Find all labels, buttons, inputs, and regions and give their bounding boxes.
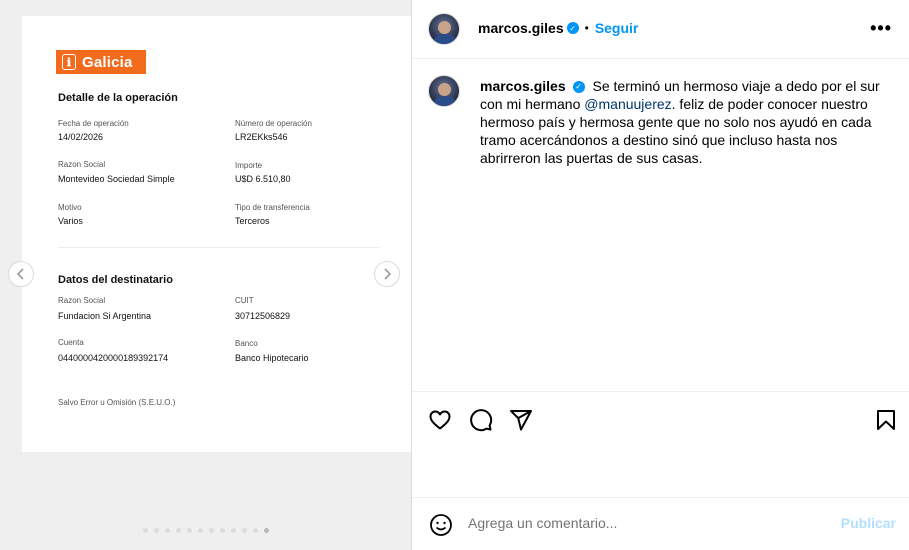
comment-bar: Agrega un comentario... Publicar bbox=[412, 497, 909, 550]
field-label: Fecha de operación bbox=[58, 119, 129, 128]
field-label: Importe bbox=[235, 161, 263, 170]
divider bbox=[58, 247, 380, 248]
carousel-dot bbox=[231, 528, 236, 533]
like-button[interactable] bbox=[428, 408, 452, 432]
chevron-right-icon bbox=[384, 268, 392, 280]
field-label: CUIT bbox=[235, 296, 254, 305]
more-options-button[interactable]: ••• bbox=[870, 18, 892, 39]
bookmark-icon bbox=[877, 410, 895, 430]
avatar[interactable] bbox=[428, 13, 460, 45]
field-value: Banco Hipotecario bbox=[235, 353, 309, 363]
transfer-receipt-image: ℹ Galicia Detalle de la operación Fecha … bbox=[22, 16, 411, 452]
comment-input[interactable]: Agrega un comentario... bbox=[468, 515, 617, 531]
galicia-logo: ℹ Galicia bbox=[56, 50, 146, 74]
field-label: Número de operación bbox=[235, 119, 312, 128]
share-button[interactable] bbox=[509, 408, 533, 432]
field-value: Varios bbox=[58, 216, 83, 226]
carousel-dot bbox=[165, 528, 170, 533]
carousel-dot bbox=[176, 528, 181, 533]
post-panel: marcos.giles ✓ • Seguir ••• marcos.giles… bbox=[411, 0, 909, 550]
carousel-dot bbox=[198, 528, 203, 533]
carousel-dot bbox=[220, 528, 225, 533]
galicia-logo-mark: ℹ bbox=[62, 54, 76, 70]
field-label: Banco bbox=[235, 339, 258, 348]
publish-button[interactable]: Publicar bbox=[841, 515, 896, 531]
carousel-dot bbox=[264, 528, 269, 533]
share-icon bbox=[510, 410, 532, 431]
carousel-dot bbox=[209, 528, 214, 533]
field-label: Razon Social bbox=[58, 160, 106, 169]
galicia-logo-text: Galicia bbox=[82, 53, 133, 71]
field-value: U$D 6.510,80 bbox=[235, 174, 291, 184]
follow-button[interactable]: Seguir bbox=[595, 20, 639, 36]
carousel-dots bbox=[143, 528, 269, 533]
field-value: 14/02/2026 bbox=[58, 132, 104, 142]
verified-badge-icon: ✓ bbox=[566, 22, 579, 34]
carousel-prev-button[interactable] bbox=[8, 261, 34, 287]
field-label: Razon Social bbox=[58, 296, 106, 305]
save-button[interactable] bbox=[874, 408, 898, 432]
post-media: ℹ Galicia Detalle de la operación Fecha … bbox=[0, 0, 411, 550]
verified-badge-icon: ✓ bbox=[572, 81, 585, 94]
field-value: 0440000420000189392174 bbox=[58, 353, 169, 363]
carousel-dot bbox=[187, 528, 192, 533]
field-label: Tipo de transferencia bbox=[235, 203, 310, 212]
field-value: LR2EKks546 bbox=[235, 132, 288, 142]
post-actions bbox=[412, 391, 909, 451]
carousel-dot bbox=[253, 528, 258, 533]
footer-note: Salvo Error u Omisión (S.E.U.O.) bbox=[58, 398, 176, 407]
header-username[interactable]: marcos.giles bbox=[478, 20, 564, 36]
field-label: Cuenta bbox=[58, 338, 84, 347]
header-separator: • bbox=[584, 21, 589, 35]
smiley-icon bbox=[430, 514, 452, 536]
field-value: Terceros bbox=[235, 216, 270, 226]
heart-icon bbox=[429, 410, 451, 430]
caption-mention-link[interactable]: @manuujerez bbox=[584, 96, 671, 112]
caption-username[interactable]: marcos.giles bbox=[480, 78, 566, 94]
carousel-dot bbox=[242, 528, 247, 533]
carousel-dot bbox=[154, 528, 159, 533]
chevron-left-icon bbox=[16, 268, 24, 280]
detail-title: Detalle de la operación bbox=[58, 92, 178, 104]
post-caption: marcos.giles ✓ Se terminó un hermoso viaj… bbox=[480, 77, 880, 167]
field-value: Fundacion Si Argentina bbox=[58, 311, 152, 321]
emoji-button[interactable] bbox=[429, 513, 453, 537]
field-value: Montevideo Sociedad Simple bbox=[58, 174, 175, 184]
comment-button[interactable] bbox=[469, 408, 493, 432]
caption-avatar[interactable] bbox=[428, 75, 460, 107]
field-value: 30712506829 bbox=[235, 311, 291, 321]
carousel-dot bbox=[143, 528, 148, 533]
carousel-next-button[interactable] bbox=[374, 261, 400, 287]
post-header: marcos.giles ✓ • Seguir ••• bbox=[412, 0, 909, 59]
comment-icon bbox=[470, 409, 493, 432]
field-label: Motivo bbox=[58, 203, 82, 212]
recipient-title: Datos del destinatario bbox=[58, 274, 173, 286]
